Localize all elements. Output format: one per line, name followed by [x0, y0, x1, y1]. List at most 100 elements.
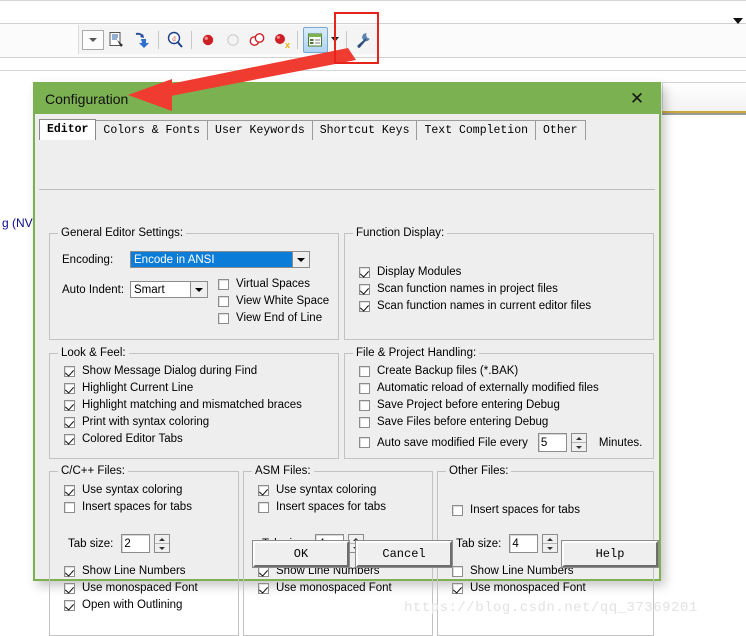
checkbox-create-backup-files[interactable] [359, 365, 370, 377]
checkbox-cpp-insert-spaces-for-tabs[interactable] [64, 501, 75, 513]
checkbox-row-virtual-spaces[interactable]: Virtual Spaces [218, 278, 329, 290]
checkbox-row-create-backup-files[interactable]: Create Backup files (*.BAK) [359, 365, 642, 377]
checkbox-row-asm-use-monospaced-font[interactable]: Use monospaced Font [258, 582, 392, 594]
checkbox-colored-editor-tabs[interactable] [64, 433, 75, 445]
checkbox-view-end-of-line[interactable] [218, 312, 229, 324]
checkbox-cpp-open-with-outlining[interactable] [64, 599, 75, 611]
chevron-down-icon[interactable] [292, 252, 309, 267]
checkbox-print-with-syntax-coloring[interactable] [64, 416, 75, 428]
checkbox-row-other-use-monospaced-font[interactable]: Use monospaced Font [452, 582, 586, 594]
checkbox-row-cpp-show-line-numbers[interactable]: Show Line Numbers [64, 565, 198, 577]
chevron-down-icon[interactable] [82, 29, 105, 50]
stepper-down-icon[interactable] [571, 443, 586, 451]
goto-definition-icon[interactable] [131, 28, 153, 52]
checkbox-virtual-spaces[interactable] [218, 278, 229, 290]
group-label: Function Display: [353, 227, 448, 239]
checkbox-row-cpp-use-syntax-coloring[interactable]: Use syntax coloring [64, 484, 192, 496]
checkbox-row-show-message-dialog[interactable]: Show Message Dialog during Find [64, 365, 302, 377]
group-file-project-handling: File & Project Handling: Create Backup f… [344, 347, 654, 459]
tab-text-completion[interactable]: Text Completion [416, 120, 537, 140]
help-button[interactable]: Help [561, 540, 659, 568]
tab-editor[interactable]: Editor [39, 119, 97, 140]
checkbox-other-show-line-numbers[interactable] [452, 565, 463, 577]
label-cpp-show-line-numbers: Show Line Numbers [82, 565, 186, 577]
tab-user-keywords[interactable]: User Keywords [207, 120, 313, 140]
checkbox-row-cpp-insert-spaces-for-tabs[interactable]: Insert spaces for tabs [64, 501, 192, 513]
toolbar[interactable]: d x [78, 25, 378, 54]
tab-bar[interactable]: Editor Colors & Fonts User Keywords Shor… [39, 118, 659, 140]
checkbox-show-message-dialog[interactable] [64, 365, 75, 377]
checkbox-asm-show-line-numbers[interactable] [258, 565, 269, 577]
label-colored-editor-tabs: Colored Editor Tabs [82, 433, 183, 445]
auto-save-minutes-value[interactable]: 5 [537, 433, 567, 452]
close-icon[interactable]: ✕ [623, 84, 651, 114]
checkbox-save-files-before-debug[interactable] [359, 416, 370, 428]
breakpoint-disabled-icon[interactable] [221, 28, 243, 52]
label-asm-use-syntax-coloring: Use syntax coloring [276, 484, 377, 496]
checkbox-row-scan-project-files[interactable]: Scan function names in project files [359, 283, 591, 295]
checkbox-row-view-end-of-line[interactable]: View End of Line [218, 312, 329, 324]
stepper-arrows[interactable] [570, 433, 587, 452]
svg-text:d: d [172, 35, 176, 43]
checkbox-row-highlight-braces[interactable]: Highlight matching and mismatched braces [64, 399, 302, 411]
project-window-icon[interactable] [303, 26, 328, 53]
checkbox-row-view-white-space[interactable]: View White Space [218, 295, 329, 307]
checkbox-row-highlight-current-line[interactable]: Highlight Current Line [64, 382, 302, 394]
label-create-backup-files: Create Backup files (*.BAK) [377, 365, 519, 377]
checkbox-row-display-modules[interactable]: Display Modules [359, 266, 591, 278]
tab-shortcut-keys[interactable]: Shortcut Keys [311, 120, 418, 140]
checkbox-row-other-insert-spaces-for-tabs[interactable]: Insert spaces for tabs [452, 504, 580, 516]
label-cpp-open-with-outlining: Open with Outlining [82, 599, 183, 611]
tab-other[interactable]: Other [535, 120, 586, 140]
checkbox-cpp-use-monospaced-font[interactable] [64, 582, 75, 594]
label-cpp-use-monospaced-font: Use monospaced Font [82, 582, 198, 594]
checkbox-asm-use-monospaced-font[interactable] [258, 582, 269, 594]
cancel-button[interactable]: Cancel [355, 540, 453, 568]
checkbox-other-use-monospaced-font[interactable] [452, 582, 463, 594]
checkbox-view-white-space[interactable] [218, 295, 229, 307]
checkbox-auto-save[interactable] [359, 437, 370, 448]
checkbox-asm-insert-spaces-for-tabs[interactable] [258, 501, 269, 513]
checkbox-row-print-with-syntax-coloring[interactable]: Print with syntax coloring [64, 416, 302, 428]
checkbox-save-project-before-debug[interactable] [359, 399, 370, 411]
ok-button[interactable]: OK [252, 540, 350, 568]
checkbox-row-scan-current-editor-files[interactable]: Scan function names in current editor fi… [359, 300, 591, 312]
checkbox-cpp-show-line-numbers[interactable] [64, 565, 75, 577]
bg-divider-lower [0, 70, 746, 71]
checkbox-cpp-use-syntax-coloring[interactable] [64, 484, 75, 496]
checkbox-row-asm-insert-spaces-for-tabs[interactable]: Insert spaces for tabs [258, 501, 386, 513]
document-search-icon[interactable] [106, 28, 128, 52]
chevron-down-icon[interactable] [733, 18, 743, 24]
label-cpp-use-syntax-coloring: Use syntax coloring [82, 484, 183, 496]
checkbox-scan-current-editor-files[interactable] [359, 300, 370, 312]
checkbox-row-colored-editor-tabs[interactable]: Colored Editor Tabs [64, 433, 302, 445]
auto-indent-select[interactable]: Smart [130, 281, 208, 298]
checkbox-row-cpp-open-with-outlining[interactable]: Open with Outlining [64, 599, 198, 611]
chevron-down-icon[interactable] [190, 282, 207, 297]
checkbox-row-cpp-use-monospaced-font[interactable]: Use monospaced Font [64, 582, 198, 594]
breakpoint-icon[interactable] [197, 28, 219, 52]
checkbox-other-insert-spaces-for-tabs[interactable] [452, 504, 463, 516]
checkbox-row-asm-use-syntax-coloring[interactable]: Use syntax coloring [258, 484, 386, 496]
checkbox-asm-use-syntax-coloring[interactable] [258, 484, 269, 496]
checkbox-display-modules[interactable] [359, 266, 370, 278]
checkbox-scan-project-files[interactable] [359, 283, 370, 295]
dropdown-selector[interactable] [82, 28, 105, 52]
checkbox-row-save-files-before-debug[interactable]: Save Files before entering Debug [359, 416, 642, 428]
tab-colors-and-fonts[interactable]: Colors & Fonts [95, 120, 209, 140]
auto-save-minutes-stepper[interactable]: 5 [537, 433, 587, 452]
toggle-breakpoints-icon[interactable] [246, 28, 268, 52]
checkbox-row-auto-save[interactable]: Auto save modified File every 5 Minutes. [359, 433, 642, 452]
checkbox-highlight-current-line[interactable] [64, 382, 75, 394]
remove-breakpoints-icon[interactable]: x [270, 28, 292, 52]
checkbox-row-save-project-before-debug[interactable]: Save Project before entering Debug [359, 399, 642, 411]
label-view-end-of-line: View End of Line [236, 312, 323, 324]
label-scan-current-editor-files: Scan function names in current editor fi… [377, 300, 592, 312]
checkbox-automatic-reload[interactable] [359, 382, 370, 394]
encoding-select[interactable]: Encode in ANSI [130, 251, 310, 268]
label-cpp-insert-spaces-for-tabs: Insert spaces for tabs [82, 501, 192, 513]
find-in-files-icon[interactable]: d [164, 28, 186, 52]
stepper-up-icon[interactable] [571, 434, 586, 443]
checkbox-highlight-braces[interactable] [64, 399, 75, 411]
checkbox-row-automatic-reload[interactable]: Automatic reload of externally modified … [359, 382, 642, 394]
